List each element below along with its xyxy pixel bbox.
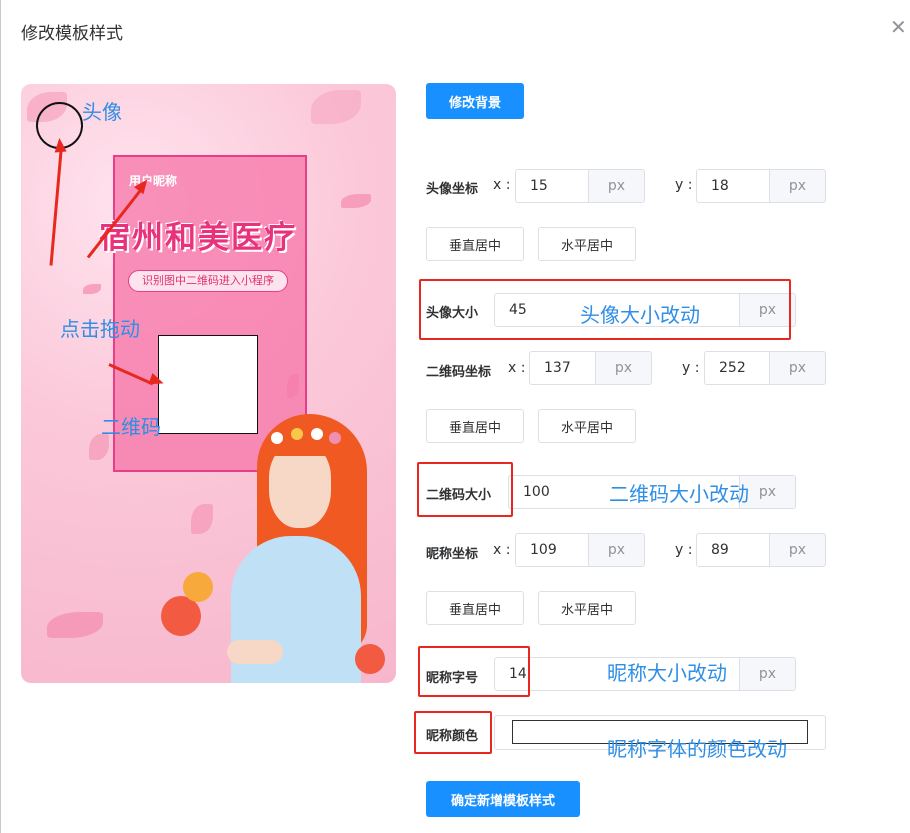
flower-decoration [355,644,385,674]
annotation-avatar-size: 头像大小改动 [580,303,700,327]
dialog-left-border [0,0,1,833]
flower-decoration [271,432,283,444]
annotation-nickname-color: 昵称字体的颜色改动 [607,737,787,761]
annotation-qrcode-size: 二维码大小改动 [609,482,749,506]
annotation-qrcode: 二维码 [101,415,161,439]
nickname-y-label: y : [675,542,693,558]
dialog-title: 修改模板样式 [21,24,123,44]
avatar-x-input[interactable] [515,169,589,203]
flower-decoration [291,428,303,440]
woman-face [269,444,331,528]
nickname-horizontal-center-button[interactable]: 水平居中 [538,591,636,625]
avatar-horizontal-center-button[interactable]: 水平居中 [538,227,636,261]
qrcode-horizontal-center-button[interactable]: 水平居中 [538,409,636,443]
petal-decoration [341,194,371,208]
close-icon[interactable]: ✕ [890,17,907,37]
qrcode-position-label: 二维码坐标 [426,365,492,380]
nickname-color-label: 昵称颜色 [426,729,479,744]
avatar-y-unit: px [770,169,826,203]
qrcode-placeholder[interactable] [158,335,258,434]
avatar-x-label: x : [493,177,511,193]
qrcode-size-label: 二维码大小 [426,488,492,503]
avatar-x-unit: px [589,169,645,203]
poster-preview: 用户昵称 宿州和美医疗 识别图中二维码进入小程序 [21,84,396,683]
change-background-button[interactable]: 修改背景 [426,83,524,119]
flower-decoration [161,596,201,636]
avatar-vertical-center-button[interactable]: 垂直居中 [426,227,524,261]
poster-brand: 宿州和美医疗 [99,220,297,256]
poster-scan-hint: 识别图中二维码进入小程序 [128,270,288,292]
qrcode-x-unit: px [596,351,652,385]
qrcode-vertical-center-button[interactable]: 垂直居中 [426,409,524,443]
nickname-y-unit: px [770,533,826,567]
flower-decoration [183,572,213,602]
nickname-x-unit: px [589,533,645,567]
flower-decoration [311,428,323,440]
arrow-head [53,137,67,153]
nickname-position-label: 昵称坐标 [426,547,479,562]
annotation-nickname-size: 昵称大小改动 [607,661,727,685]
qrcode-y-label: y : [682,360,700,376]
petal-decoration [191,504,213,534]
nickname-vertical-center-button[interactable]: 垂直居中 [426,591,524,625]
qrcode-y-input[interactable] [704,351,770,385]
qrcode-x-label: x : [508,360,526,376]
annotation-avatar: 头像 [82,100,122,124]
nickname-y-input[interactable] [696,533,770,567]
avatar-size-unit: px [740,293,796,327]
avatar-y-input[interactable] [696,169,770,203]
avatar-position-label: 头像坐标 [426,182,479,197]
nickname-font-size-unit: px [740,657,796,691]
woman-hand [227,640,283,664]
flower-decoration [329,432,341,444]
nickname-x-input[interactable] [515,533,589,567]
arrow-to-avatar [49,145,63,266]
petal-decoration [47,612,103,638]
petal-decoration [311,90,361,124]
qrcode-x-input[interactable] [529,351,596,385]
qrcode-y-unit: px [770,351,826,385]
annotation-drag: 点击拖动 [60,317,140,341]
nickname-x-label: x : [493,542,511,558]
confirm-add-template-button[interactable]: 确定新增模板样式 [426,781,580,817]
avatar-size-label: 头像大小 [426,306,479,321]
avatar-y-label: y : [675,177,693,193]
nickname-font-size-label: 昵称字号 [426,671,479,686]
petal-decoration [83,284,101,294]
